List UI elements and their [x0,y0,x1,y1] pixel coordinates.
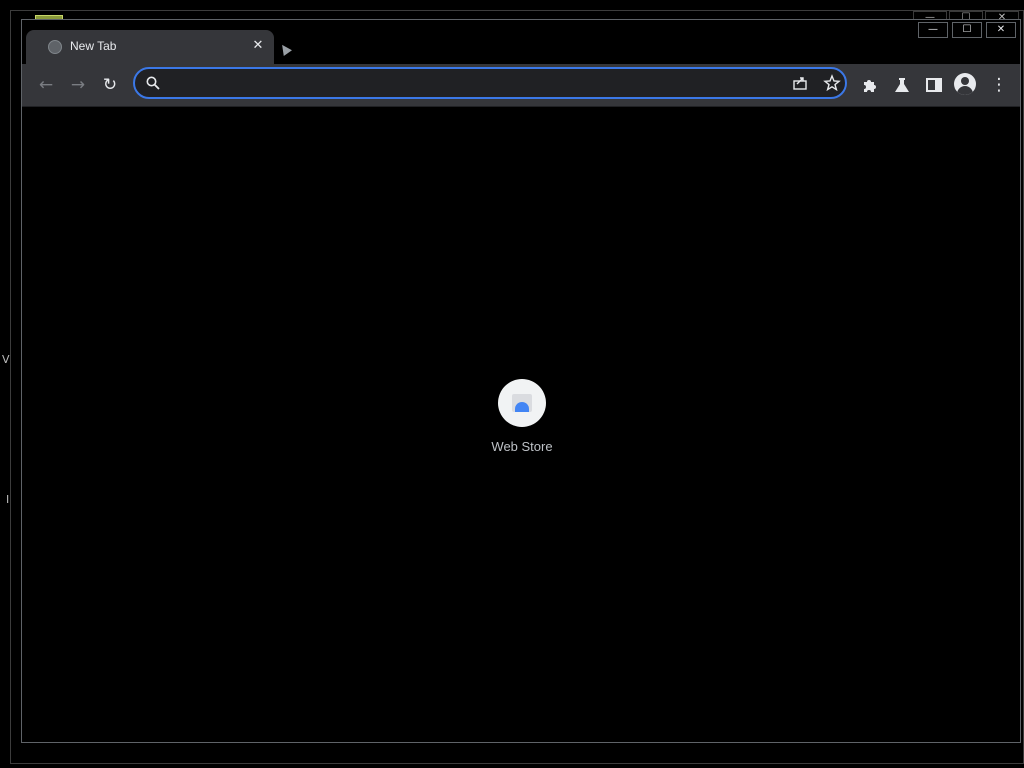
address-bar[interactable] [133,67,847,99]
shortcut-web-store[interactable]: Web Store [487,379,557,454]
side-panel-icon[interactable] [922,73,946,97]
profile-avatar-icon[interactable] [954,73,976,95]
shortcut-label: Web Store [491,439,553,454]
share-icon[interactable] [791,74,809,92]
extensions-puzzle-icon[interactable] [858,73,882,97]
labs-flask-icon[interactable] [890,73,914,97]
maximize-button[interactable]: ☐ [952,22,982,38]
back-arrow-icon[interactable]: ← [34,73,58,97]
tab-new-tab[interactable]: New Tab ✕ [26,30,274,64]
bookmark-star-icon[interactable] [823,74,841,92]
reload-icon[interactable]: ↻ [98,73,122,97]
address-input[interactable] [169,71,773,97]
webstore-icon [512,394,532,412]
background-text: I [6,493,10,506]
window-controls: — ☐ ✕ [918,22,1016,38]
background-text: V [2,353,10,366]
globe-icon [48,40,62,54]
forward-arrow-icon[interactable]: → [66,73,90,97]
shortcut-tile[interactable] [498,379,546,427]
tab-title: New Tab [70,39,117,53]
mouse-cursor-icon [278,42,292,56]
tab-strip: New Tab ✕ — ☐ ✕ [22,20,1020,64]
toolbar: ← → ↻ ⋮ [22,64,1020,107]
tab-close-icon[interactable]: ✕ [250,38,266,54]
search-icon [146,76,160,90]
close-button[interactable]: ✕ [986,22,1016,38]
browser-window: New Tab ✕ — ☐ ✕ ← → ↻ ⋮ Web Store [21,19,1021,743]
minimize-button[interactable]: — [918,22,948,38]
new-tab-page: Web Store [22,107,1020,742]
menu-kebab-icon[interactable]: ⋮ [987,73,1011,97]
